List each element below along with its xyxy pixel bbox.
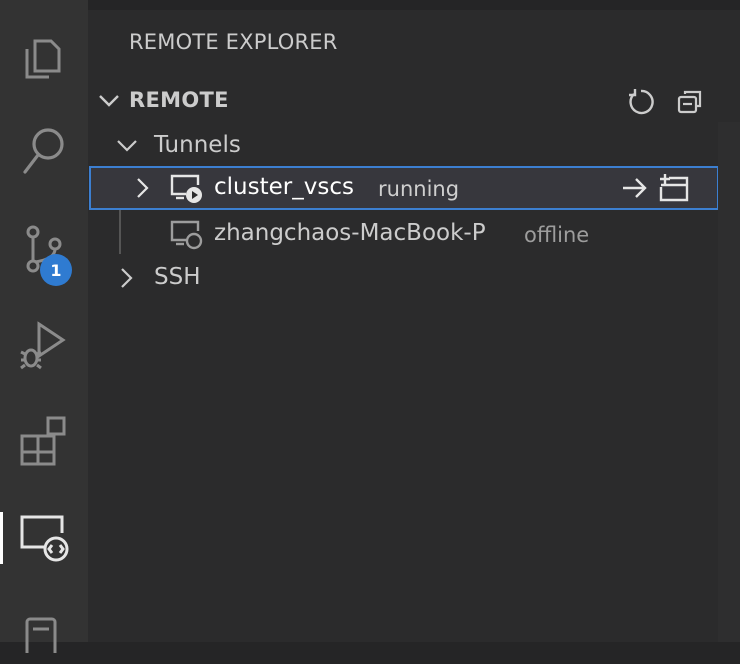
search-button[interactable]: [0, 120, 88, 184]
source-control-button[interactable]: 1: [0, 216, 88, 286]
collapse-all-icon: [677, 90, 702, 114]
view-title: REMOTE EXPLORER: [129, 30, 338, 54]
refresh-icon: [629, 89, 654, 115]
run-debug-button[interactable]: [0, 312, 88, 376]
ssh-label: SSH: [154, 264, 201, 290]
remote-section-header[interactable]: REMOTE: [88, 80, 728, 120]
files-icon: [25, 39, 61, 79]
refresh-button[interactable]: [625, 86, 657, 118]
activity-bar: 1: [0, 0, 88, 653]
tunnel-name: zhangchaos-MacBook-P: [214, 220, 486, 246]
tunnel-offline-icon: [170, 220, 203, 250]
explorer-button[interactable]: [0, 24, 88, 88]
sidebar-top-strip: [88, 0, 740, 10]
tunnel-item-zhangchaos-macbook[interactable]: zhangchaos-MacBook-P offline: [88, 212, 740, 254]
remote-explorer-button[interactable]: [0, 506, 88, 570]
chevron-right-icon: [137, 178, 149, 198]
search-icon: [23, 128, 64, 174]
testing-button[interactable]: [0, 600, 88, 664]
remote-explorer-icon: [20, 515, 69, 562]
testing-icon: [25, 617, 57, 653]
connect-in-new-window-icon[interactable]: [657, 173, 691, 203]
remote-explorer-sidebar: REMOTE EXPLORER REMOTE Tunnels cluster_v…: [88, 0, 740, 642]
tunnel-item-cluster-vscs[interactable]: cluster_vscs running: [89, 166, 719, 210]
chevron-down-icon: [99, 95, 119, 107]
chevron-right-icon: [121, 268, 133, 288]
tunnels-label: Tunnels: [154, 132, 241, 158]
tunnel-status: running: [378, 177, 460, 201]
collapse-all-button[interactable]: [674, 86, 706, 118]
source-control-badge: 1: [40, 254, 72, 286]
scrollbar[interactable]: [718, 122, 740, 642]
tree-item-tunnels[interactable]: Tunnels: [88, 124, 740, 166]
tree-item-ssh[interactable]: SSH: [88, 256, 740, 298]
run-debug-icon: [20, 321, 66, 370]
connect-in-current-window-icon[interactable]: [621, 176, 649, 200]
chevron-down-icon: [117, 140, 137, 152]
section-title: REMOTE: [129, 88, 229, 112]
tunnel-running-icon: [170, 174, 202, 203]
extensions-button[interactable]: [0, 408, 88, 472]
tunnel-name: cluster_vscs: [214, 174, 354, 200]
tunnel-status: offline: [524, 223, 590, 247]
extensions-icon: [20, 416, 66, 466]
